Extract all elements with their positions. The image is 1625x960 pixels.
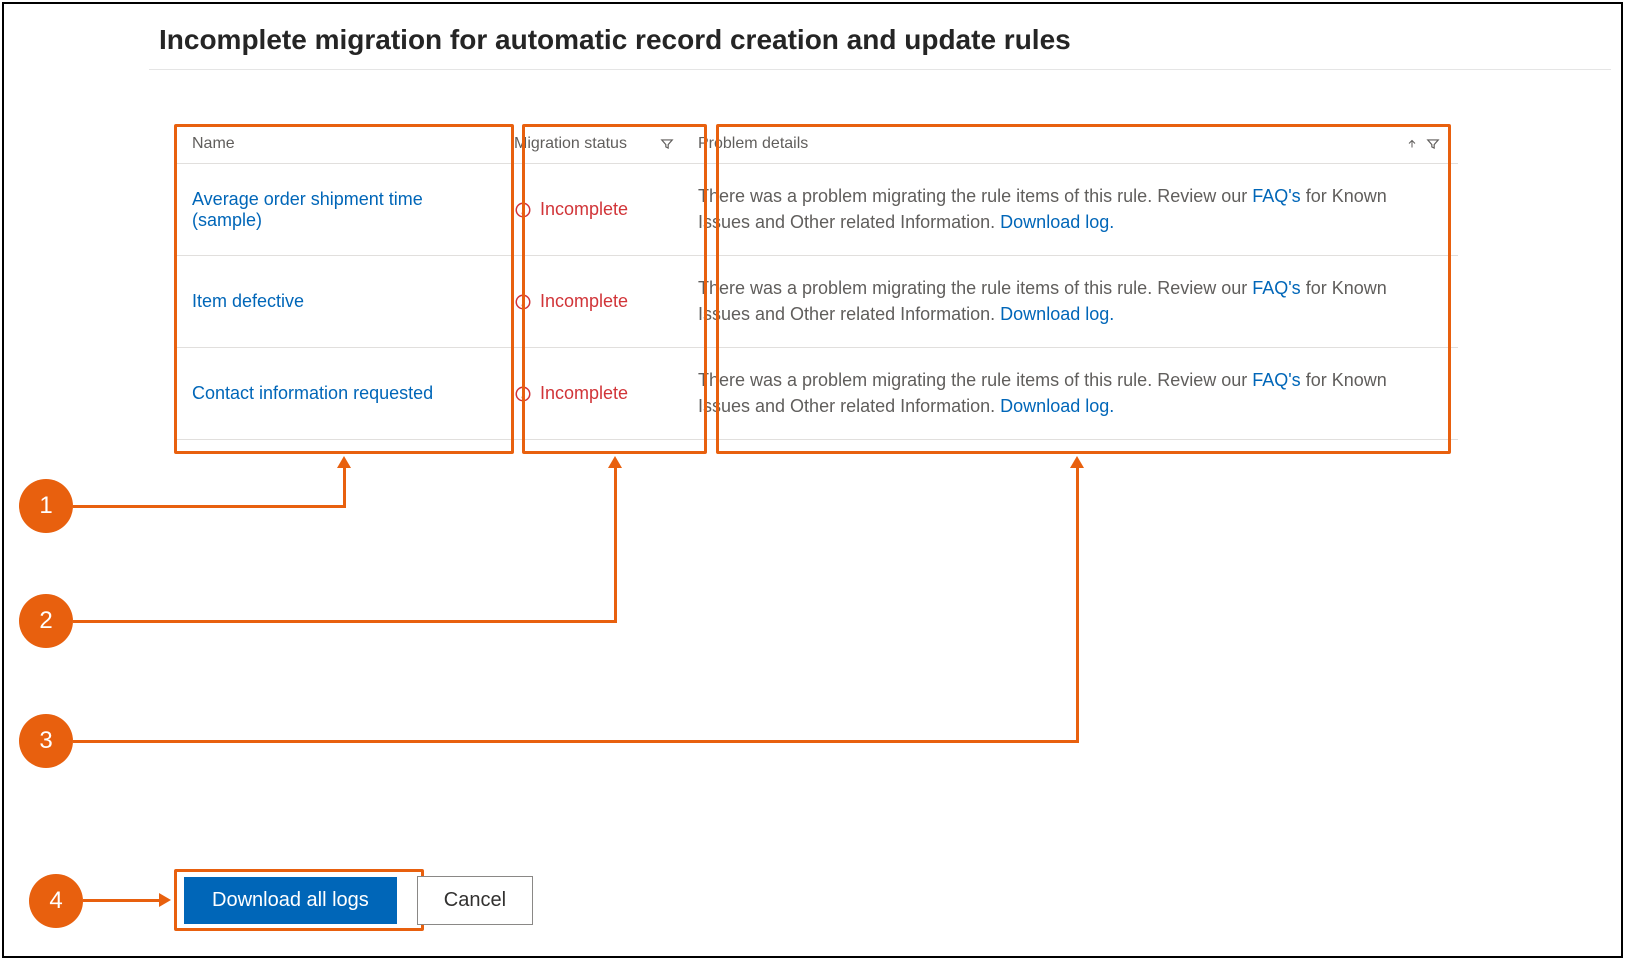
column-header-details-label: Problem details — [698, 135, 808, 153]
callout-connector — [614, 466, 617, 623]
callout-connector — [73, 620, 617, 623]
table-row: Item defective Incomplete There was a prob… — [174, 256, 1458, 348]
rule-name-link[interactable]: Average order shipment time (sample) — [192, 189, 423, 230]
table-row: Contact information requested Incomplete T… — [174, 348, 1458, 440]
callout-badge-4: 4 — [29, 874, 83, 928]
problem-detail-text: There was a problem migrating the rule i… — [698, 278, 1387, 323]
sort-icon[interactable] — [1406, 137, 1418, 151]
error-icon — [514, 201, 532, 219]
divider — [149, 69, 1611, 70]
page-title: Incomplete migration for automatic recor… — [159, 24, 1071, 56]
table-header-row: Name Migration status Problem details — [174, 124, 1458, 164]
error-icon — [514, 385, 532, 403]
faq-link[interactable]: FAQ's — [1252, 186, 1300, 206]
download-all-logs-button[interactable]: Download all logs — [184, 877, 397, 924]
callout-badge-1: 1 — [19, 479, 73, 533]
filter-icon[interactable] — [660, 137, 674, 151]
download-log-link[interactable]: Download log. — [1000, 396, 1114, 416]
error-icon — [514, 293, 532, 311]
arrow-up-icon — [608, 456, 622, 468]
rules-table: Name Migration status Problem details — [174, 124, 1458, 440]
rule-name-link[interactable]: Contact information requested — [192, 383, 433, 403]
download-log-link[interactable]: Download log. — [1000, 212, 1114, 232]
callout-connector — [343, 466, 346, 508]
problem-detail-text: There was a problem migrating the rule i… — [698, 186, 1387, 231]
problem-detail-text: There was a problem migrating the rule i… — [698, 370, 1387, 415]
callout-connector — [83, 899, 161, 902]
column-header-status-label: Migration status — [514, 135, 627, 153]
callout-badge-3: 3 — [19, 714, 73, 768]
cancel-button[interactable]: Cancel — [417, 876, 533, 925]
column-header-name[interactable]: Name — [174, 135, 504, 153]
status-text: Incomplete — [540, 199, 628, 220]
arrow-up-icon — [337, 456, 351, 468]
status-text: Incomplete — [540, 383, 628, 404]
callout-badge-2: 2 — [19, 594, 73, 648]
filter-icon[interactable] — [1426, 137, 1440, 151]
callout-connector — [73, 505, 346, 508]
column-header-status[interactable]: Migration status — [504, 135, 684, 153]
table-row: Average order shipment time (sample) Inco… — [174, 164, 1458, 256]
callout-connector — [73, 740, 1079, 743]
faq-link[interactable]: FAQ's — [1252, 278, 1300, 298]
arrow-up-icon — [1070, 456, 1084, 468]
download-log-link[interactable]: Download log. — [1000, 304, 1114, 324]
arrow-right-icon — [159, 893, 171, 907]
status-text: Incomplete — [540, 291, 628, 312]
rule-name-link[interactable]: Item defective — [192, 291, 304, 311]
callout-connector — [1076, 466, 1079, 743]
column-header-details[interactable]: Problem details — [684, 135, 1458, 153]
faq-link[interactable]: FAQ's — [1252, 370, 1300, 390]
